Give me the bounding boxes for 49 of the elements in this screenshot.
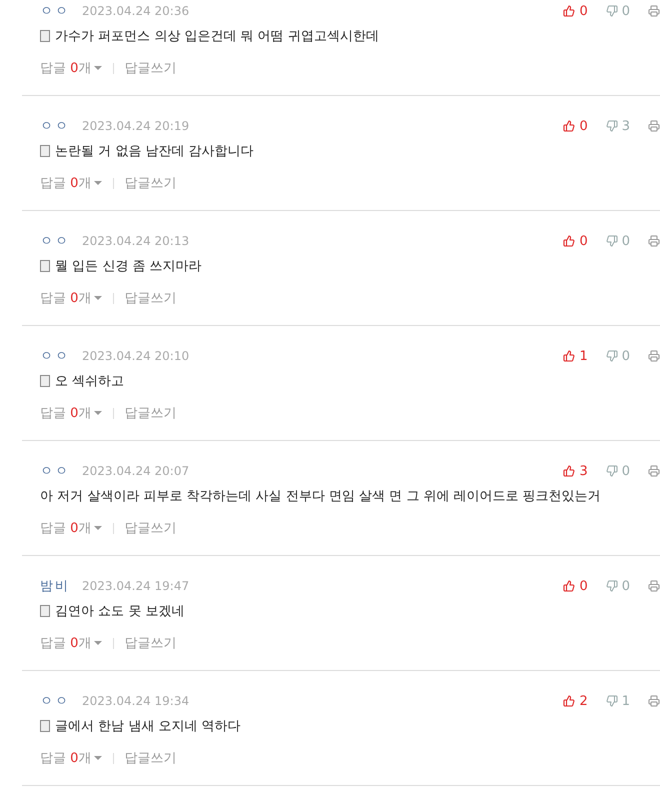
dislike-button[interactable]: 0 [606, 348, 630, 364]
comment-text: 논란될 거 없음 남잔데 감사합니다 [55, 143, 254, 160]
dislike-button[interactable]: 0 [606, 578, 630, 594]
reply-count[interactable]: 답글 0개 [40, 634, 92, 652]
write-reply-link[interactable]: 답글쓰기 [124, 59, 176, 77]
like-button[interactable]: 3 [563, 464, 588, 478]
author-name[interactable]: ㅇㅇ [40, 692, 70, 710]
comment-date: 2023.04.24 20:36 [82, 4, 190, 18]
author-name[interactable]: 밤비 [40, 577, 70, 595]
comment-text: 가수가 퍼포먼스 의상 입은건데 뭐 어떰 귀엽고섹시한데 [55, 28, 379, 45]
author-name[interactable]: ㅇㅇ [40, 347, 70, 365]
write-reply-link[interactable]: 답글쓰기 [124, 749, 176, 767]
reply-count[interactable]: 답글 0개 [40, 519, 92, 537]
like-button[interactable]: 0 [563, 4, 588, 18]
comment-date: 2023.04.24 20:10 [82, 349, 190, 363]
write-reply-link[interactable]: 답글쓰기 [124, 404, 176, 422]
author-name[interactable]: ㅇㅇ [40, 232, 70, 250]
reply-count[interactable]: 답글 0개 [40, 289, 92, 307]
reply-count[interactable]: 답글 0개 [40, 404, 92, 422]
like-button[interactable]: 0 [563, 118, 588, 134]
write-reply-link[interactable]: 답글쓰기 [124, 634, 176, 652]
comment-date: 2023.04.24 19:34 [82, 694, 190, 708]
dislike-button[interactable]: 0 [606, 234, 630, 248]
comment-text: 뭘 입든 신경 좀 쓰지마라 [55, 258, 202, 275]
dislike-button[interactable]: 0 [606, 464, 630, 478]
write-reply-link[interactable]: 답글쓰기 [124, 174, 176, 192]
comment-date: 2023.04.24 20:07 [82, 464, 190, 478]
write-reply-link[interactable]: 답글쓰기 [124, 289, 176, 307]
like-button[interactable]: 1 [563, 348, 588, 364]
comment-text: 아 저거 살색이라 피부로 착각하는데 사실 전부다 면임 살색 면 그 위에 레이어드로 핑크천있는거 [40, 488, 601, 505]
like-button[interactable]: 0 [563, 234, 588, 248]
write-reply-link[interactable]: 답글쓰기 [124, 519, 176, 537]
author-name[interactable]: ㅇㅇ [40, 117, 70, 135]
reply-count[interactable]: 답글 0개 [40, 749, 92, 767]
reply-count[interactable]: 답글 0개 [40, 174, 92, 192]
like-button[interactable]: 0 [563, 578, 588, 594]
dislike-button[interactable]: 3 [606, 118, 630, 134]
author-name[interactable]: ㅇㅇ [40, 2, 70, 20]
dislike-button[interactable]: 1 [606, 694, 630, 708]
author-name[interactable]: ㅇㅇ [40, 462, 70, 480]
comment-text: 오 섹쉬하고 [55, 373, 124, 390]
comment-text: 글에서 한남 냄새 오지네 역하다 [55, 718, 241, 735]
comment-date: 2023.04.24 19:47 [82, 579, 190, 593]
comment-date: 2023.04.24 20:19 [82, 119, 190, 133]
comment-text: 김연아 쇼도 못 보겠네 [55, 603, 184, 620]
reply-count[interactable]: 답글 0개 [40, 59, 92, 77]
like-button[interactable]: 2 [563, 694, 588, 708]
comment-date: 2023.04.24 20:13 [82, 234, 190, 248]
dislike-button[interactable]: 0 [606, 4, 630, 18]
